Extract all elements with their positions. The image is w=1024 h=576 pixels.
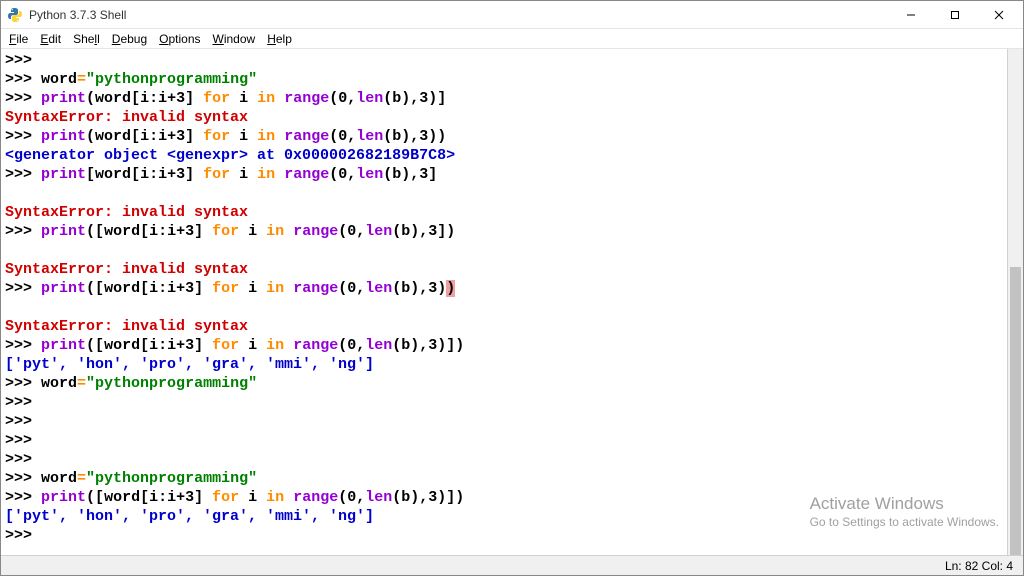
- editor-viewport: >>> >>> word="pythonprogramming" >>> pri…: [1, 49, 1023, 557]
- prompt: >>>: [5, 394, 32, 411]
- menu-shell[interactable]: Shell: [67, 30, 106, 48]
- error-output: SyntaxError: invalid syntax: [5, 204, 248, 221]
- prompt: >>>: [5, 432, 32, 449]
- error-output: SyntaxError: invalid syntax: [5, 261, 248, 278]
- vertical-scrollbar[interactable]: [1007, 49, 1023, 557]
- menu-debug[interactable]: Debug: [106, 30, 153, 48]
- menubar: File Edit Shell Debug Options Window Hel…: [1, 29, 1023, 49]
- menu-file[interactable]: File: [3, 30, 34, 48]
- highlighted-paren: ): [446, 280, 455, 297]
- status-bar: Ln: 82 Col: 4: [1, 555, 1023, 575]
- window-controls: [889, 1, 1021, 29]
- prompt: >>>: [5, 451, 32, 468]
- shell-editor[interactable]: >>> >>> word="pythonprogramming" >>> pri…: [1, 49, 1023, 557]
- activate-windows-watermark: Activate Windows Go to Settings to activ…: [810, 494, 999, 529]
- menu-edit[interactable]: Edit: [34, 30, 67, 48]
- menu-help[interactable]: Help: [261, 30, 298, 48]
- prompt: >>>: [5, 413, 32, 430]
- prompt: >>>: [5, 527, 32, 544]
- prompt: >>>: [5, 52, 32, 69]
- app-icon: [7, 7, 23, 23]
- error-output: SyntaxError: invalid syntax: [5, 318, 248, 335]
- maximize-button[interactable]: [933, 1, 977, 29]
- list-output: ['pyt', 'hon', 'pro', 'gra', 'mmi', 'ng'…: [5, 508, 374, 525]
- menu-options[interactable]: Options: [153, 30, 206, 48]
- generator-output: <generator object <genexpr> at 0x0000026…: [5, 147, 455, 164]
- scrollbar-thumb[interactable]: [1010, 267, 1021, 557]
- close-button[interactable]: [977, 1, 1021, 29]
- minimize-button[interactable]: [889, 1, 933, 29]
- menu-window[interactable]: Window: [207, 30, 262, 48]
- window-titlebar: Python 3.7.3 Shell: [1, 1, 1023, 29]
- list-output: ['pyt', 'hon', 'pro', 'gra', 'mmi', 'ng'…: [5, 356, 374, 373]
- cursor-position: Ln: 82 Col: 4: [945, 559, 1013, 573]
- error-output: SyntaxError: invalid syntax: [5, 109, 248, 126]
- window-title: Python 3.7.3 Shell: [29, 8, 889, 22]
